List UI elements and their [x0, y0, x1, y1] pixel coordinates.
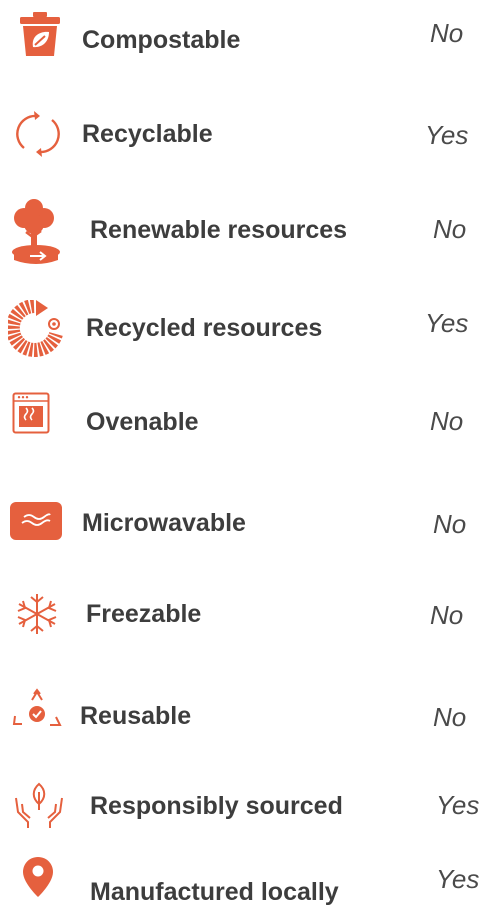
recycle-arrows-icon: [14, 108, 62, 160]
tree-icon: [10, 196, 66, 266]
list-item: Ovenable No: [0, 392, 490, 452]
microwave-icon: [10, 502, 62, 540]
list-item: Responsibly sourced Yes: [0, 780, 490, 840]
oven-icon: [12, 392, 50, 434]
list-item: Reusable No: [0, 686, 490, 746]
item-label: Manufactured locally: [90, 878, 339, 906]
list-item: Compostable No: [0, 8, 490, 68]
list-item: Renewable resources No: [0, 196, 490, 264]
item-value: No: [430, 18, 464, 48]
list-item: Recyclable Yes: [0, 106, 490, 166]
item-value: Yes: [436, 790, 480, 820]
item-label: Reusable: [80, 702, 192, 730]
item-label: Ovenable: [86, 408, 199, 436]
item-label: Renewable resources: [90, 216, 348, 244]
compost-bin-icon: [18, 10, 62, 58]
list-item: Recycled resources Yes: [0, 300, 490, 360]
recycled-resources-icon: [8, 300, 66, 358]
item-value: No: [433, 509, 467, 539]
list-item: Microwavable No: [0, 502, 490, 562]
snowflake-icon: [12, 592, 62, 636]
list-item: Manufactured locally Yes: [0, 856, 490, 916]
item-value: Yes: [436, 864, 480, 894]
item-value: No: [430, 600, 464, 630]
item-label: Recycled resources: [86, 314, 323, 342]
item-label: Compostable: [82, 26, 241, 54]
item-label: Microwavable: [82, 509, 246, 537]
item-value: No: [433, 702, 467, 732]
list-item: Freezable No: [0, 592, 490, 652]
item-value: No: [430, 406, 464, 436]
item-label: Freezable: [86, 600, 202, 628]
item-value: Yes: [425, 308, 469, 338]
item-value: Yes: [425, 120, 469, 150]
location-pin-icon: [22, 856, 54, 898]
item-label: Responsibly sourced: [90, 792, 343, 820]
item-value: No: [433, 214, 467, 244]
hands-leaf-icon: [10, 780, 68, 830]
reusable-icon: [10, 686, 64, 734]
item-label: Recyclable: [82, 120, 213, 148]
